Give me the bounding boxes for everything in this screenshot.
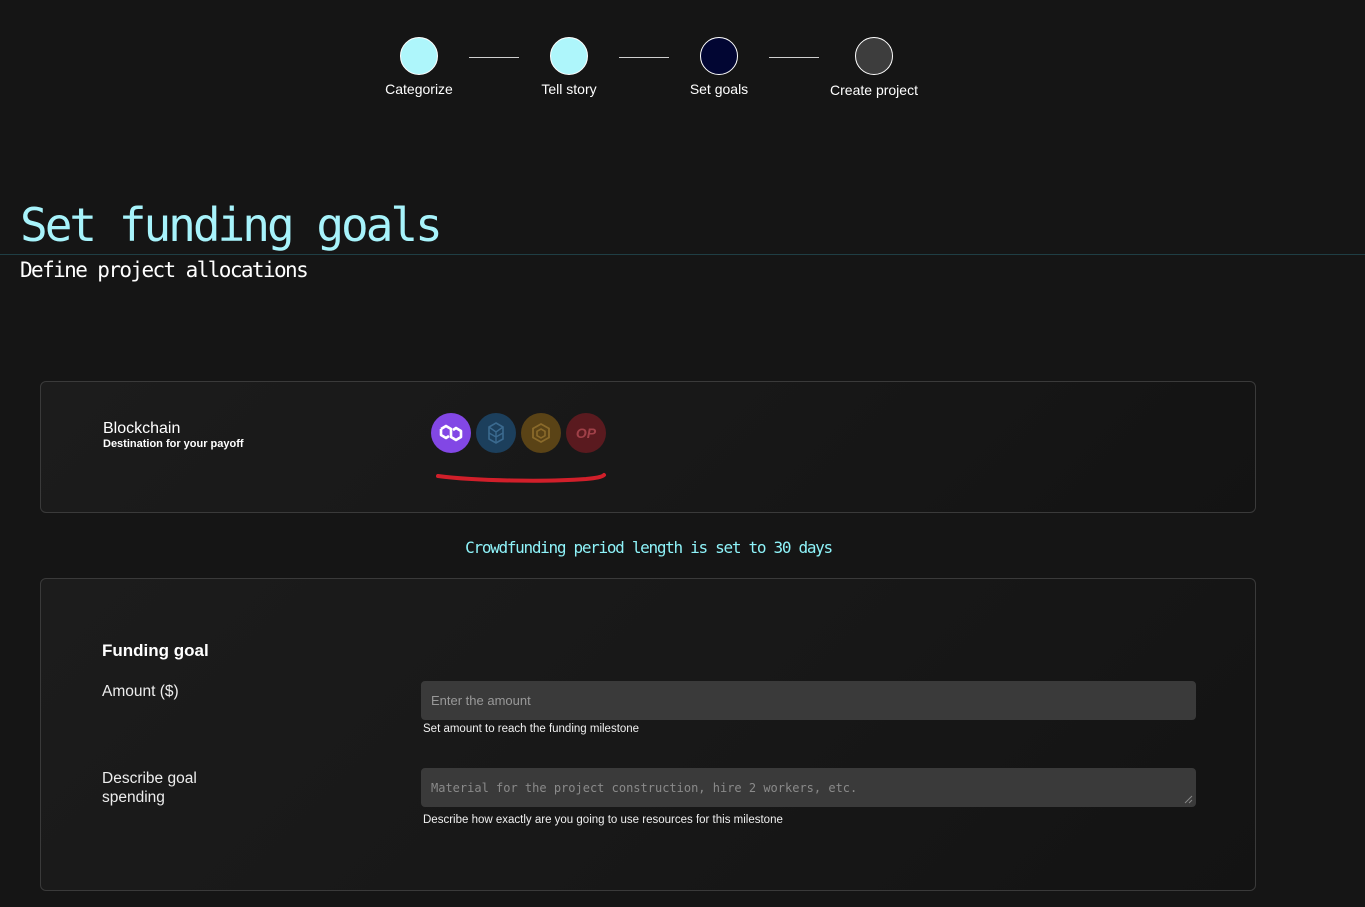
bnb-icon xyxy=(532,422,550,444)
header-divider xyxy=(0,254,1365,255)
funding-goal-heading: Funding goal xyxy=(102,641,209,660)
step-tell-story[interactable]: Tell story xyxy=(499,37,639,97)
goal-spending-placeholder: Material for the project construction, h… xyxy=(431,780,858,795)
fantom-icon xyxy=(488,422,504,444)
step-indicator xyxy=(400,37,438,75)
step-label: Categorize xyxy=(385,81,453,97)
goal-spending-hint: Describe how exactly are you going to us… xyxy=(423,814,783,826)
step-set-goals[interactable]: Set goals xyxy=(649,37,789,97)
blockchain-card: Blockchain Destination for your payoff O… xyxy=(40,381,1256,513)
step-create-project[interactable]: Create project xyxy=(804,37,944,98)
amount-label: Amount ($) xyxy=(102,683,179,700)
blockchain-label: Blockchain xyxy=(103,420,181,437)
polygon-icon xyxy=(439,424,463,442)
step-indicator xyxy=(700,37,738,75)
goal-spending-textarea[interactable]: Material for the project construction, h… xyxy=(421,768,1196,807)
blockchain-options: OP xyxy=(431,413,606,453)
polygon-chain-button[interactable] xyxy=(431,413,471,453)
step-indicator xyxy=(855,37,893,75)
step-label: Create project xyxy=(830,82,918,98)
resize-handle-icon[interactable] xyxy=(1184,795,1193,804)
page-title: Set funding goals xyxy=(20,198,443,252)
amount-hint: Set amount to reach the funding mileston… xyxy=(423,723,640,735)
blockchain-description: Destination for your payoff xyxy=(103,438,244,450)
crowdfunding-period-text: Crowdfunding period length is set to 30 … xyxy=(465,538,833,557)
page-subtitle: Define project allocations xyxy=(20,258,309,282)
step-label: Set goals xyxy=(689,81,749,97)
amount-input[interactable]: Enter the amount xyxy=(421,681,1196,720)
bnb-chain-button[interactable] xyxy=(521,413,561,453)
amount-placeholder: Enter the amount xyxy=(431,693,531,708)
funding-goal-card: Funding goal Amount ($) Enter the amount… xyxy=(40,578,1256,891)
step-indicator xyxy=(550,37,588,75)
step-label: Tell story xyxy=(541,81,597,97)
progress-stepper: Categorize Tell story Set goals Create p… xyxy=(0,37,1365,107)
optimism-icon: OP xyxy=(575,425,597,441)
red-underline-annotation xyxy=(436,473,606,483)
goal-spending-label: Describe goal spending xyxy=(102,770,197,806)
fantom-chain-button[interactable] xyxy=(476,413,516,453)
optimism-chain-button[interactable]: OP xyxy=(566,413,606,453)
step-categorize[interactable]: Categorize xyxy=(349,37,489,97)
